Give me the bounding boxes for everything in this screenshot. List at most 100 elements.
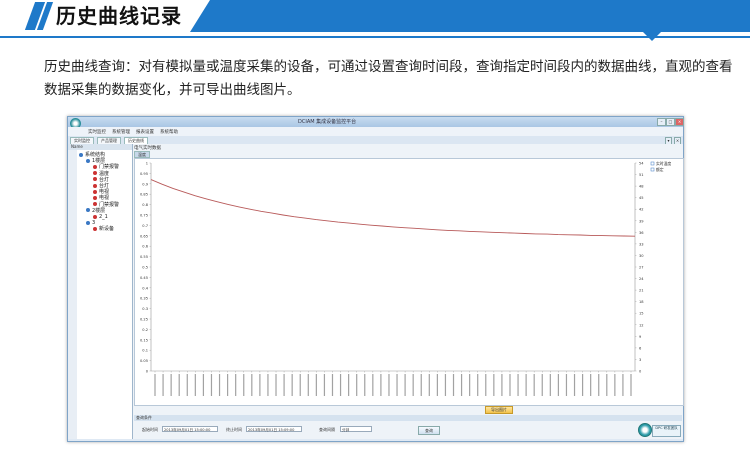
x-tick-label [339,374,342,396]
menu-item[interactable]: 系统帮助 [160,129,178,135]
tree-item-label: 门禁报警 [99,164,120,171]
x-tick-label [501,374,503,396]
x-tick-label [356,374,358,396]
x-tick-label [364,374,366,396]
header-underline [0,36,750,38]
tree-item-label: 电视 [99,195,110,202]
y-tick-label-left: 1 [146,162,148,166]
x-tick-label [590,374,592,396]
x-tick-label [557,374,559,396]
tree-item[interactable]: 台灯 [93,177,109,183]
y-tick-label-left: 0.05 [140,359,148,363]
x-tick-label [170,374,172,396]
chart-area: 1 0.95 0.9 0.85 0.8 0.75 0.7 0.65 0.6 0.55 0.5 0.45… [134,158,684,406]
y-tick-label-right: 36 [639,231,644,235]
menu-item[interactable]: 报表设置 [136,129,154,135]
maximize-icon[interactable]: □ [666,118,675,126]
tree-header: Name [68,144,132,150]
sensor-icon [93,177,97,182]
x-tick-label [581,374,584,396]
window-titlebar: DCIAM 集成设备监控平台 – □ × [68,117,684,129]
x-tick-label [452,374,455,396]
x-tick-label [331,374,334,396]
y-tick-label-left: 0.2 [142,328,148,332]
tree-item[interactable]: 温度 [93,171,109,177]
sensor-icon [93,189,97,194]
start-time-field[interactable]: 2013年09月01日 15:00:00 [162,426,218,432]
x-tick-label [517,374,519,396]
legend-checkbox [650,161,655,166]
y-tick-label-right: 27 [639,266,644,270]
tree-item[interactable]: 2_1 [93,214,108,220]
x-tick-label [299,374,301,396]
x-tick-label [428,374,430,396]
x-tick-label [235,374,237,396]
x-tick-label [267,374,269,396]
x-tick-label [541,374,543,396]
history-line-chart: 10.950.90.850.80.750.70.650.60.550.50.45… [140,161,671,396]
window-title: DCIAM 集成设备监控平台 [298,119,357,125]
x-tick-label [202,374,205,396]
tree-item[interactable]: 3 [86,220,95,226]
y-tick-label-left: 0.55 [140,255,148,259]
tree-item[interactable]: 门禁报警 [93,164,119,170]
x-tick-label [210,374,213,396]
y-tick-label-left: 0.45 [140,276,148,280]
x-tick-label [291,374,293,396]
x-tick-label [469,374,471,396]
x-tick-label [315,374,317,396]
legend-checkbox [650,167,655,172]
minimize-icon[interactable]: – [657,118,666,126]
tab-temperature[interactable]: 温度 [134,151,150,158]
export-image-button[interactable]: 导出图片 [485,406,513,414]
y-tick-label-left: 0.35 [140,297,148,301]
x-tick-label [477,374,479,396]
vendor-badge: DPC 研发团队 [652,425,681,437]
tree-item-label: 2楼层 [92,207,106,214]
x-tick-label [412,374,414,396]
sensor-icon [93,183,97,188]
x-tick-label [533,374,535,396]
y-tick-label-right: 30 [639,254,644,258]
end-time-label: 终止时间 [226,427,242,432]
tree-item[interactable]: 电视 [93,195,109,201]
y-tick-label-right: 18 [639,300,644,304]
x-tick-label [259,374,261,396]
x-tick-label [372,374,374,396]
y-tick-label-right: 21 [639,289,644,293]
tree-item-label: 门禁报警 [99,201,120,208]
menu-item[interactable]: 实时监控 [88,129,106,135]
y-tick-label-right: 42 [639,208,644,212]
query-form: 起始时间 2013年09月01日 15:00:00 终止时间 2013年09月0… [134,422,682,438]
y-tick-label-right: 33 [639,242,644,246]
close-icon[interactable]: × [675,118,684,126]
computer-icon [79,152,83,157]
tree-item[interactable]: 新设备 [93,226,114,232]
x-tick-label [380,374,382,396]
sensor-icon [93,195,97,200]
sensor-icon [93,226,97,231]
tree-item[interactable]: 门禁报警 [93,202,119,208]
query-button[interactable]: 查询 [418,426,440,435]
x-tick-label [388,374,390,396]
header-title-tab: 历史曲线记录 [0,0,210,32]
tree-item[interactable]: 2楼层 [86,208,105,214]
x-tick-label [218,374,221,396]
x-tick-label [275,374,277,396]
x-tick-label [243,374,245,396]
y-tick-label-right: 45 [639,196,644,200]
header-banner: 历史曲线记录 [0,0,750,32]
end-time-field[interactable]: 2013年09月01日 15:09:00 [246,426,302,432]
interval-select[interactable]: 分钟 [340,426,372,432]
header-notch [643,32,661,41]
vendor-logo-icon [638,423,652,437]
x-tick-label [227,374,229,396]
x-tick-label [493,374,495,396]
x-tick-label [251,374,253,396]
x-tick-label [565,374,568,396]
x-tick-label [598,374,600,396]
menu-item[interactable]: 系统管理 [112,129,130,135]
y-tick-label-right: 12 [639,323,644,327]
x-tick-label [622,374,624,396]
x-tick-label [485,374,487,396]
